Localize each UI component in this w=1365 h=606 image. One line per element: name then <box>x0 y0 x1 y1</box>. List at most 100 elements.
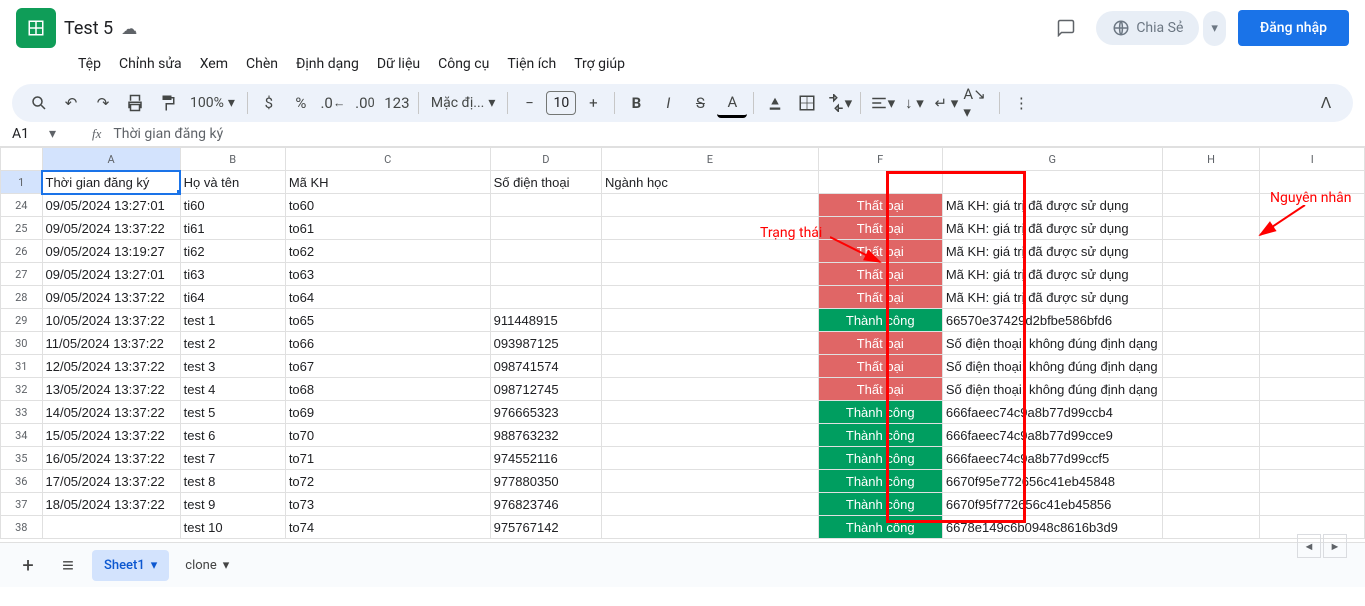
cell-E35[interactable] <box>602 447 819 470</box>
cell-D31[interactable]: 098741574 <box>490 355 601 378</box>
cell-D27[interactable] <box>490 263 601 286</box>
cell-D35[interactable]: 974552116 <box>490 447 601 470</box>
cell-G38[interactable]: 6678e149c6b0948c8616b3d9 <box>942 516 1162 539</box>
cell-A27[interactable]: 09/05/2024 13:27:01 <box>42 263 180 286</box>
cell-C36[interactable]: to72 <box>285 470 490 493</box>
cell-A31[interactable]: 12/05/2024 13:37:22 <box>42 355 180 378</box>
cell-G31[interactable]: Số điện thoại: không đúng định dạng <box>942 355 1162 378</box>
cell-B35[interactable]: test 7 <box>180 447 285 470</box>
cell-H28[interactable] <box>1162 286 1260 309</box>
row-header-38[interactable]: 38 <box>1 516 43 539</box>
cell-I37[interactable] <box>1260 493 1365 516</box>
cell-I32[interactable] <box>1260 378 1365 401</box>
cell-B33[interactable]: test 5 <box>180 401 285 424</box>
cell-E34[interactable] <box>602 424 819 447</box>
cell-F26[interactable]: Thất bại <box>818 240 942 263</box>
cell-E37[interactable] <box>602 493 819 516</box>
cell-B32[interactable]: test 4 <box>180 378 285 401</box>
cell-B1[interactable]: Họ và tên <box>180 171 285 194</box>
print-button[interactable] <box>120 88 150 118</box>
row-header-27[interactable]: 27 <box>1 263 43 286</box>
fill-color-button[interactable] <box>760 88 790 118</box>
menu-dữ liệu[interactable]: Dữ liệu <box>369 52 428 76</box>
cell-D30[interactable]: 093987125 <box>490 332 601 355</box>
cell-D29[interactable]: 911448915 <box>490 309 601 332</box>
row-header-29[interactable]: 29 <box>1 309 43 332</box>
cell-C35[interactable]: to71 <box>285 447 490 470</box>
cell-A32[interactable]: 13/05/2024 13:37:22 <box>42 378 180 401</box>
cell-E24[interactable] <box>602 194 819 217</box>
row-header-32[interactable]: 32 <box>1 378 43 401</box>
menu-chèn[interactable]: Chèn <box>238 52 286 76</box>
cell-A35[interactable]: 16/05/2024 13:37:22 <box>42 447 180 470</box>
collapse-toolbar-button[interactable]: ᐱ <box>1311 88 1341 118</box>
currency-button[interactable]: $ <box>254 88 284 118</box>
share-dropdown[interactable]: ▾ <box>1203 11 1226 46</box>
row-header-25[interactable]: 25 <box>1 217 43 240</box>
cell-H37[interactable] <box>1162 493 1260 516</box>
cell-H33[interactable] <box>1162 401 1260 424</box>
cell-I30[interactable] <box>1260 332 1365 355</box>
row-header-26[interactable]: 26 <box>1 240 43 263</box>
cell-B26[interactable]: ti62 <box>180 240 285 263</box>
column-header-A[interactable]: A <box>42 148 180 171</box>
row-header-37[interactable]: 37 <box>1 493 43 516</box>
cell-E1[interactable]: Ngành học <box>602 171 819 194</box>
cell-H1[interactable] <box>1162 171 1260 194</box>
row-header-1[interactable]: 1 <box>1 171 43 194</box>
text-color-button[interactable]: A <box>717 88 747 118</box>
cell-C30[interactable]: to66 <box>285 332 490 355</box>
column-header-B[interactable]: B <box>180 148 285 171</box>
cell-H26[interactable] <box>1162 240 1260 263</box>
cell-H27[interactable] <box>1162 263 1260 286</box>
cell-D36[interactable]: 977880350 <box>490 470 601 493</box>
cell-H29[interactable] <box>1162 309 1260 332</box>
cell-A34[interactable]: 15/05/2024 13:37:22 <box>42 424 180 447</box>
cell-D25[interactable] <box>490 217 601 240</box>
undo-button[interactable]: ↶ <box>56 88 86 118</box>
cell-B29[interactable]: test 1 <box>180 309 285 332</box>
cell-F29[interactable]: Thành công <box>818 309 942 332</box>
cell-I26[interactable] <box>1260 240 1365 263</box>
row-header-30[interactable]: 30 <box>1 332 43 355</box>
column-header-H[interactable]: H <box>1162 148 1260 171</box>
cell-D38[interactable]: 975767142 <box>490 516 601 539</box>
cell-A28[interactable]: 09/05/2024 13:37:22 <box>42 286 180 309</box>
cell-G25[interactable]: Mã KH: giá trị đã được sử dụng <box>942 217 1162 240</box>
cell-B34[interactable]: test 6 <box>180 424 285 447</box>
more-formats-button[interactable]: 123 <box>382 88 412 118</box>
bold-button[interactable]: B <box>621 88 651 118</box>
cell-A29[interactable]: 10/05/2024 13:37:22 <box>42 309 180 332</box>
cell-H36[interactable] <box>1162 470 1260 493</box>
cell-E31[interactable] <box>602 355 819 378</box>
cell-G1[interactable] <box>942 171 1162 194</box>
cell-G27[interactable]: Mã KH: giá trị đã được sử dụng <box>942 263 1162 286</box>
cell-B24[interactable]: ti60 <box>180 194 285 217</box>
cell-I1[interactable] <box>1260 171 1365 194</box>
percent-button[interactable]: % <box>286 88 316 118</box>
cell-H31[interactable] <box>1162 355 1260 378</box>
menu-định dạng[interactable]: Định dạng <box>288 52 367 76</box>
cell-D1[interactable]: Số điện thoại <box>490 171 601 194</box>
cell-F24[interactable]: Thất bại <box>818 194 942 217</box>
column-header-I[interactable]: I <box>1260 148 1365 171</box>
cell-F34[interactable]: Thành công <box>818 424 942 447</box>
cell-F31[interactable]: Thất bại <box>818 355 942 378</box>
cell-E36[interactable] <box>602 470 819 493</box>
cell-F1[interactable] <box>818 171 942 194</box>
font-size-decrease[interactable]: − <box>514 88 544 118</box>
menu-chỉnh sửa[interactable]: Chỉnh sửa <box>111 52 190 76</box>
cell-G26[interactable]: Mã KH: giá trị đã được sử dụng <box>942 240 1162 263</box>
cell-I31[interactable] <box>1260 355 1365 378</box>
doc-title[interactable]: Test 5 <box>64 18 113 39</box>
cell-A30[interactable]: 11/05/2024 13:37:22 <box>42 332 180 355</box>
cell-I25[interactable] <box>1260 217 1365 240</box>
cell-A24[interactable]: 09/05/2024 13:27:01 <box>42 194 180 217</box>
cell-G37[interactable]: 6670f95f772656c41eb45856 <box>942 493 1162 516</box>
cell-F35[interactable]: Thành công <box>818 447 942 470</box>
menu-xem[interactable]: Xem <box>192 52 236 76</box>
cell-B30[interactable]: test 2 <box>180 332 285 355</box>
cell-H25[interactable] <box>1162 217 1260 240</box>
menu-tiện ích[interactable]: Tiện ích <box>499 52 564 76</box>
row-header-35[interactable]: 35 <box>1 447 43 470</box>
